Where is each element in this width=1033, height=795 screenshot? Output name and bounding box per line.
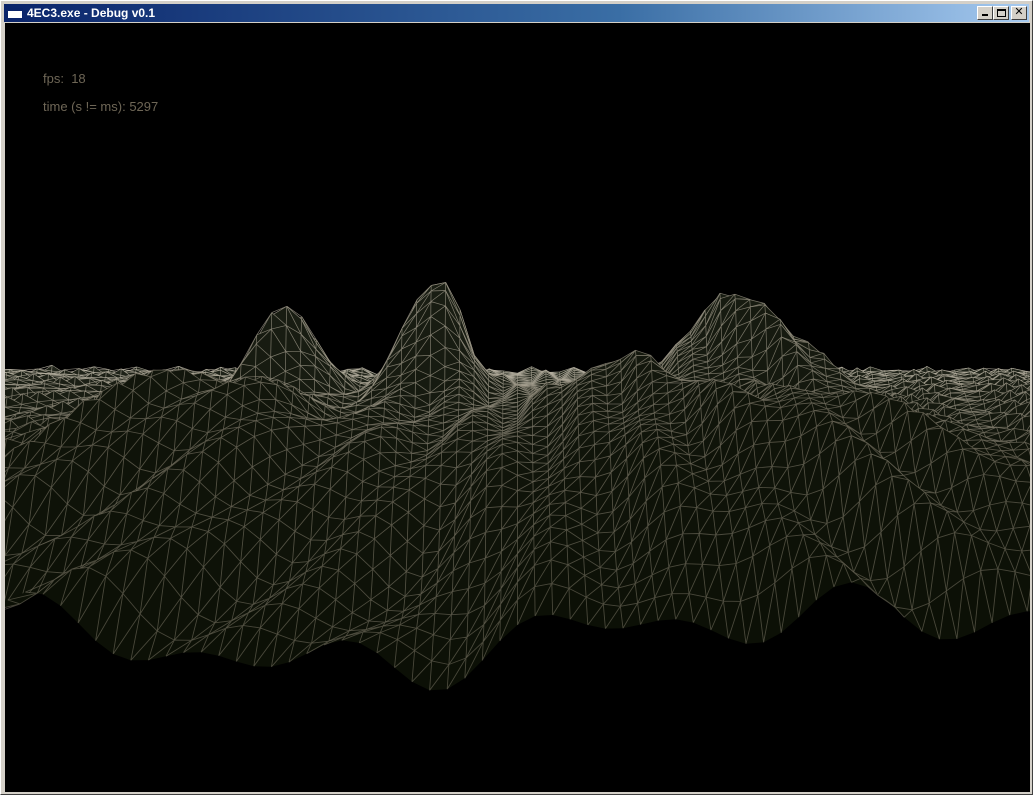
minimize-button[interactable]	[977, 6, 993, 20]
minimize-icon	[982, 14, 988, 16]
render-viewport[interactable]: fps: 18 time (s != ms): 5297	[5, 23, 1030, 792]
time-value: 5297	[129, 99, 159, 114]
maximize-icon	[997, 9, 1006, 17]
close-icon: ✕	[1014, 5, 1024, 18]
window-controls: ✕	[977, 5, 1027, 20]
maximize-button[interactable]	[993, 6, 1009, 20]
fps-label: fps:	[43, 71, 64, 86]
time-label: time (s != ms):	[43, 99, 126, 114]
time-readout: time (s != ms): 5297	[43, 99, 158, 114]
close-button[interactable]: ✕	[1011, 5, 1027, 20]
application-window-icon[interactable]	[7, 7, 23, 19]
fps-readout: fps: 18	[43, 71, 86, 86]
title-bar[interactable]: 4EC3.exe - Debug v0.1 ✕	[4, 4, 1029, 22]
application-window: 4EC3.exe - Debug v0.1 ✕ fps: 18 time (s …	[0, 0, 1033, 795]
window-title: 4EC3.exe - Debug v0.1	[27, 6, 156, 20]
fps-value: 18	[71, 71, 86, 86]
wireframe-terrain	[5, 282, 1030, 691]
